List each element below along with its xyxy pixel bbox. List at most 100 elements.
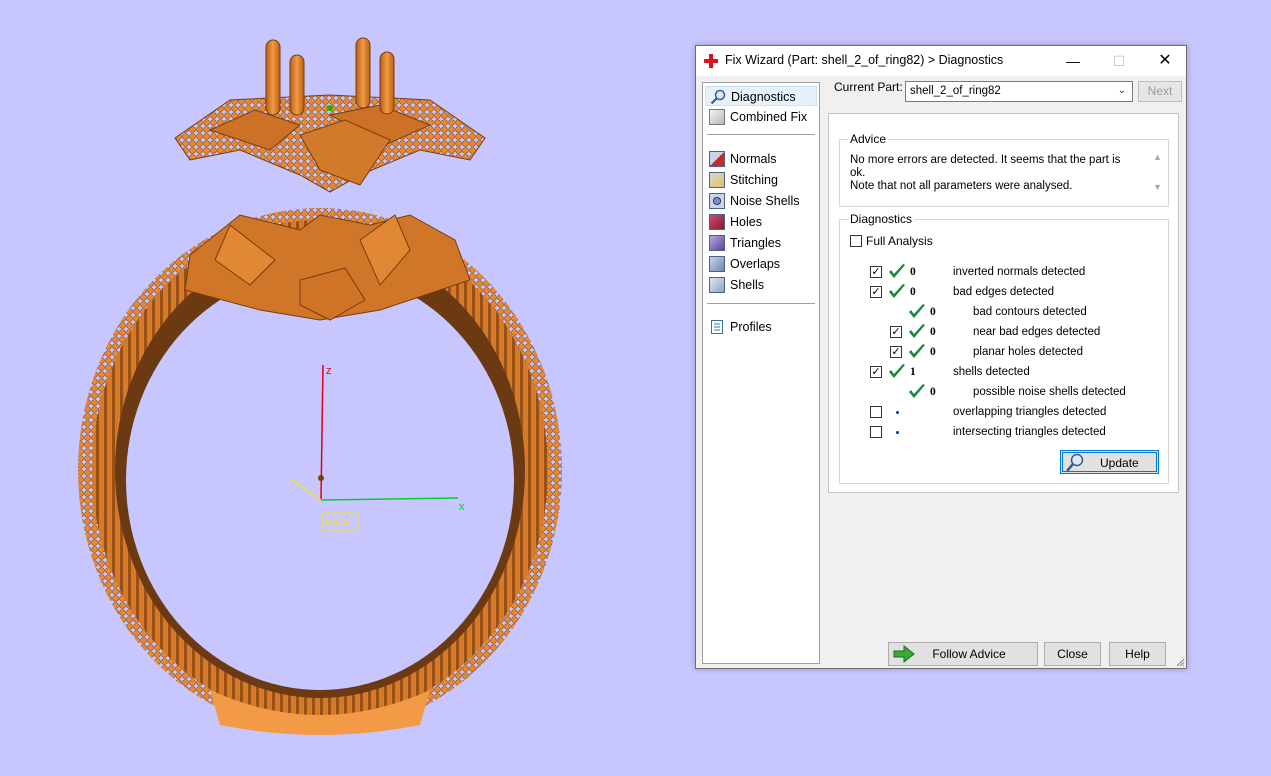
- sidebar-item-label: Diagnostics: [731, 90, 796, 104]
- advice-line-2: Note that not all parameters were analys…: [850, 180, 1073, 192]
- diagnostic-checkbox[interactable]: [870, 426, 882, 438]
- update-button[interactable]: Update: [1060, 450, 1159, 474]
- advice-text: No more errors are detected. It seems th…: [850, 154, 1135, 193]
- diagnostic-label: bad edges detected: [953, 286, 1055, 298]
- minimize-button[interactable]: —: [1050, 46, 1096, 76]
- diagnostic-count: 0: [930, 346, 936, 358]
- magnifier-icon: [1066, 453, 1084, 472]
- green-check-icon: [909, 344, 925, 358]
- diagnostic-row: 1 shells detected: [840, 364, 1160, 382]
- close-window-button[interactable]: ✕: [1142, 46, 1188, 76]
- advice-scrollbar[interactable]: ▲ ▼: [1150, 152, 1166, 198]
- diagnostic-label: planar holes detected: [973, 346, 1083, 358]
- sidebar-item-overlaps[interactable]: Overlaps: [705, 254, 817, 274]
- axis-x-label: x: [459, 501, 465, 513]
- 3d-viewport[interactable]: z x WCS: [0, 0, 690, 773]
- full-analysis-checkbox[interactable]: [850, 235, 862, 247]
- diagnostic-checkbox[interactable]: [870, 266, 882, 278]
- noise-shells-icon: [709, 193, 725, 209]
- diagnostic-row: 0 bad edges detected: [840, 284, 1160, 302]
- diagnostic-count: 0: [930, 306, 936, 318]
- magnifier-icon: [710, 89, 726, 105]
- ring-model: z x WCS: [78, 37, 562, 735]
- sidebar-item-normals[interactable]: Normals: [705, 149, 817, 169]
- green-check-icon: [889, 264, 905, 278]
- sidebar-item-label: Shells: [730, 278, 765, 292]
- green-check-icon: [889, 364, 905, 378]
- sidebar-item-label: Holes: [730, 215, 762, 229]
- diagnostics-panel: Advice No more errors are detected. It s…: [828, 113, 1179, 493]
- diagnostics-title: Diagnostics: [848, 212, 915, 226]
- advice-title: Advice: [848, 132, 889, 146]
- diagnostic-row: 0 planar holes detected: [840, 344, 1160, 362]
- sidebar-item-shells[interactable]: Shells: [705, 275, 817, 295]
- diagnostic-row: overlapping triangles detected: [840, 404, 1160, 422]
- sidebar-item-label: Stitching: [730, 173, 778, 187]
- ring-top-setting: [174, 37, 486, 193]
- diagnostic-checkbox[interactable]: [890, 346, 902, 358]
- diagnostic-checkbox[interactable]: [870, 406, 882, 418]
- sidebar-item-label: Combined Fix: [730, 110, 808, 124]
- diagnostics-group: Diagnostics Full Analysis 0 inverted norm…: [839, 212, 1169, 484]
- diagnostic-checkbox[interactable]: [870, 286, 882, 298]
- advice-group: Advice No more errors are detected. It s…: [839, 132, 1169, 207]
- diagnostic-count: 0: [910, 266, 916, 278]
- sidebar-item-noise-shells[interactable]: Noise Shells: [705, 191, 817, 211]
- diagnostic-row: 0 bad contours detected: [840, 304, 1160, 322]
- diagnostic-label: inverted normals detected: [953, 266, 1086, 278]
- shells-cube-icon: [709, 277, 725, 293]
- diagnostic-label: near bad edges detected: [973, 326, 1101, 338]
- sidebar-item-stitching[interactable]: Stitching: [705, 170, 817, 190]
- diagnostic-checkbox[interactable]: [890, 326, 902, 338]
- sidebar-item-holes[interactable]: Holes: [705, 212, 817, 232]
- sidebar: Diagnostics Combined Fix Normals Stitchi…: [702, 82, 820, 664]
- diagnostic-count: 0: [930, 326, 936, 338]
- diagnostic-count: 0: [910, 286, 916, 298]
- diagnostic-row: intersecting triangles detected: [840, 424, 1160, 442]
- cube-icon: [709, 109, 725, 125]
- diagnostic-label: intersecting triangles detected: [953, 426, 1106, 438]
- green-arrow-icon: [893, 645, 915, 663]
- scroll-up-icon[interactable]: ▲: [1153, 152, 1162, 162]
- diagnostic-checkbox[interactable]: [870, 366, 882, 378]
- wcs-label: WCS: [325, 517, 351, 529]
- pending-dot-icon: [896, 431, 899, 434]
- chevron-down-icon: ⌄: [1117, 85, 1126, 96]
- follow-advice-button[interactable]: Follow Advice: [888, 642, 1038, 666]
- help-button[interactable]: Help: [1109, 642, 1166, 666]
- sidebar-item-profiles[interactable]: Profiles: [705, 317, 817, 337]
- axis-z-label: z: [326, 365, 332, 377]
- current-part-label: Current Part:: [834, 80, 903, 94]
- title-bar[interactable]: Fix Wizard (Part: shell_2_of_ring82) > D…: [696, 46, 1186, 76]
- sidebar-item-label: Overlaps: [730, 257, 781, 271]
- close-button[interactable]: Close: [1044, 642, 1101, 666]
- diagnostic-count: 0: [930, 386, 936, 398]
- sidebar-item-label: Normals: [730, 152, 777, 166]
- sidebar-divider: [707, 303, 815, 304]
- current-part-select[interactable]: shell_2_of_ring82 ⌄: [905, 81, 1133, 102]
- update-label: Update: [1100, 456, 1139, 470]
- sidebar-item-diagnostics[interactable]: Diagnostics: [705, 86, 817, 106]
- diagnostic-label: possible noise shells detected: [973, 386, 1126, 398]
- document-icon: [711, 320, 723, 334]
- diagnostic-label: shells detected: [953, 366, 1030, 378]
- sidebar-divider: [707, 134, 815, 135]
- pending-dot-icon: [896, 411, 899, 414]
- diagnostic-row: 0 inverted normals detected: [840, 264, 1160, 282]
- green-check-icon: [909, 324, 925, 338]
- sidebar-item-triangles[interactable]: Triangles: [705, 233, 817, 253]
- scroll-down-icon[interactable]: ▼: [1153, 182, 1162, 192]
- diagnostic-row: 0 near bad edges detected: [840, 324, 1160, 342]
- current-part-value: shell_2_of_ring82: [910, 85, 1001, 97]
- overlaps-cube-icon: [709, 256, 725, 272]
- window-title: Fix Wizard (Part: shell_2_of_ring82) > D…: [725, 53, 1004, 67]
- follow-advice-label: Follow Advice: [932, 647, 1006, 661]
- resize-grip-icon[interactable]: [1175, 657, 1185, 667]
- red-cross-icon: [704, 54, 718, 68]
- advice-line-1: No more errors are detected. It seems th…: [850, 154, 1121, 179]
- green-check-icon: [909, 304, 925, 318]
- green-check-icon: [889, 284, 905, 298]
- next-button[interactable]: Next: [1138, 81, 1182, 102]
- sidebar-item-combined-fix[interactable]: Combined Fix: [705, 107, 817, 127]
- maximize-button[interactable]: ☐: [1096, 46, 1142, 76]
